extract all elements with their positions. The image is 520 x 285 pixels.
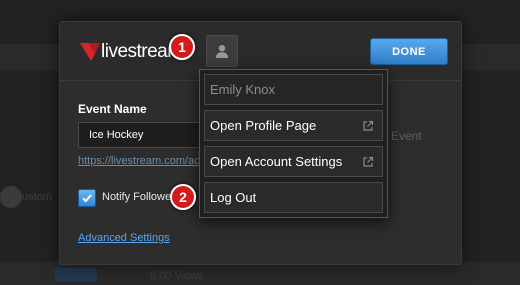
open-profile-page-label: Open Profile Page	[210, 118, 317, 133]
event-name-label: Event Name	[78, 102, 147, 116]
notify-followers-checkbox[interactable]	[78, 189, 96, 207]
user-menu-button[interactable]	[206, 35, 238, 67]
open-account-settings-item[interactable]: Open Account Settings	[204, 146, 383, 177]
livestream-logo: livestream	[80, 40, 183, 64]
notify-followers-label: Notify Followers	[102, 191, 181, 203]
event-url-link[interactable]: https://livestream.com/ac	[78, 155, 200, 167]
open-account-settings-label: Open Account Settings	[210, 154, 343, 169]
log-out-item[interactable]: Log Out	[204, 182, 383, 213]
event-text: Event	[391, 129, 422, 143]
user-icon	[216, 45, 228, 58]
log-out-label: Log Out	[210, 190, 257, 205]
background-custom-label: Custom	[14, 191, 52, 203]
background-views-text: 0.00 Views	[150, 270, 204, 282]
external-link-icon	[363, 120, 374, 131]
event-name-input[interactable]	[78, 122, 218, 148]
open-profile-page-item[interactable]: Open Profile Page	[204, 110, 383, 141]
dropdown-user-name: Emily Knox	[204, 74, 383, 105]
advanced-settings-link[interactable]: Advanced Settings	[78, 232, 170, 244]
done-button[interactable]: DONE	[370, 38, 448, 65]
user-dropdown-menu: Emily Knox Open Profile Page Open Accoun…	[199, 69, 388, 218]
livestream-logo-icon	[80, 43, 100, 61]
background-pill	[55, 268, 97, 282]
external-link-icon	[363, 156, 374, 167]
checkmark-icon	[82, 194, 92, 203]
step-marker-2: 2	[170, 184, 196, 210]
step-marker-1: 1	[169, 34, 195, 60]
